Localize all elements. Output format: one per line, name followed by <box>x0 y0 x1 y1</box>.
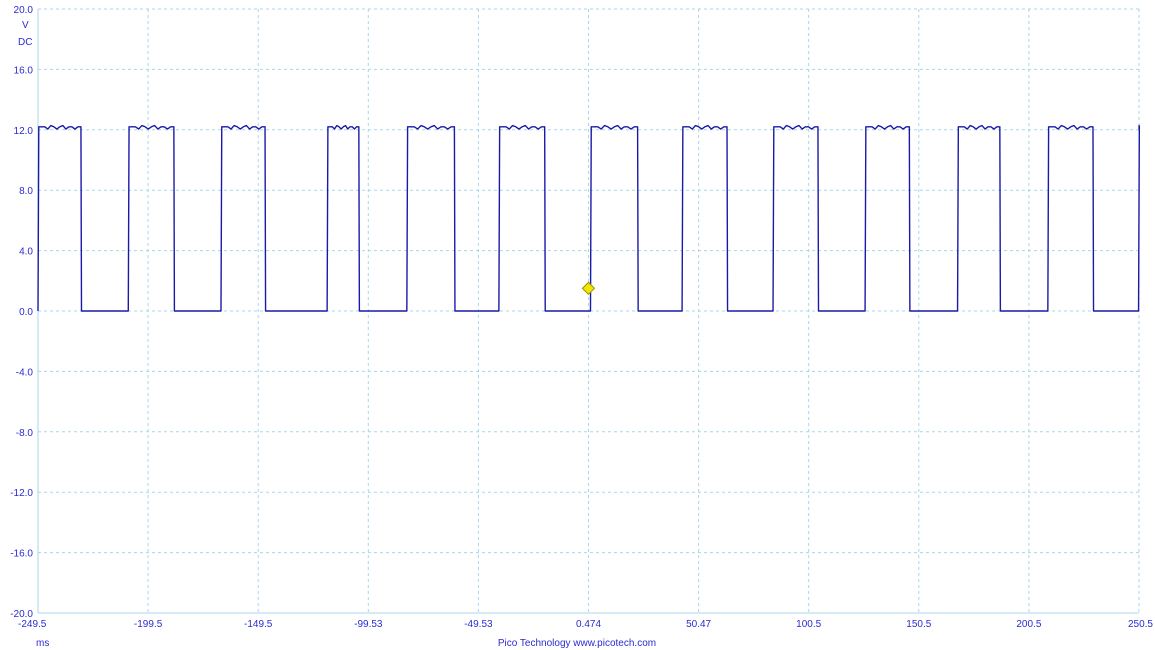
y-tick-label: 16.0 <box>14 65 34 76</box>
y-tick-label: 4.0 <box>19 247 33 258</box>
x-tick-label: 250.5 <box>1128 619 1153 630</box>
y-tick-label: 0.0 <box>19 307 33 318</box>
x-axis-unit-label: ms <box>36 638 49 649</box>
x-tick-label: 150.5 <box>906 619 931 630</box>
x-tick-label: 200.5 <box>1016 619 1041 630</box>
footer-credit: Pico Technology www.picotech.com <box>498 638 656 649</box>
y-tick-label: 12.0 <box>14 126 34 137</box>
oscilloscope-plot: 20.0 16.0 12.0 8.0 4.0 0.0 -4.0 -8.0 -12.0 -16.0 -… <box>10 5 1153 649</box>
trigger-marker-icon <box>581 281 596 296</box>
x-tick-label: -199.5 <box>134 619 163 630</box>
x-axis-tick-labels: -249.5 -199.5 -149.5 -99.53 -49.53 0.474 50.47… <box>18 619 1153 630</box>
trigger-marker-layer <box>581 281 596 296</box>
x-tick-label: 0.474 <box>576 619 601 630</box>
y-tick-label: -8.0 <box>16 428 34 439</box>
y-axis-tick-labels: 20.016.012.08.04.00.0-4.0-8.0-12.0-16.0-… <box>10 5 33 620</box>
x-tick-label: 50.47 <box>686 619 711 630</box>
x-tick-label: -149.5 <box>244 619 273 630</box>
x-tick-label: -49.53 <box>464 619 493 630</box>
x-tick-label: -99.53 <box>354 619 383 630</box>
y-tick-label: 8.0 <box>19 186 33 197</box>
x-tick-label: 100.5 <box>796 619 821 630</box>
y-axis-coupling-label: DC <box>18 37 32 48</box>
y-axis-unit-label: V <box>22 20 29 31</box>
x-tick-label: -249.5 <box>18 619 47 630</box>
y-tick-label: -16.0 <box>10 549 33 560</box>
y-tick-label: 20.0 <box>14 5 34 16</box>
y-tick-label: -4.0 <box>16 367 34 378</box>
y-tick-label: -12.0 <box>10 488 33 499</box>
